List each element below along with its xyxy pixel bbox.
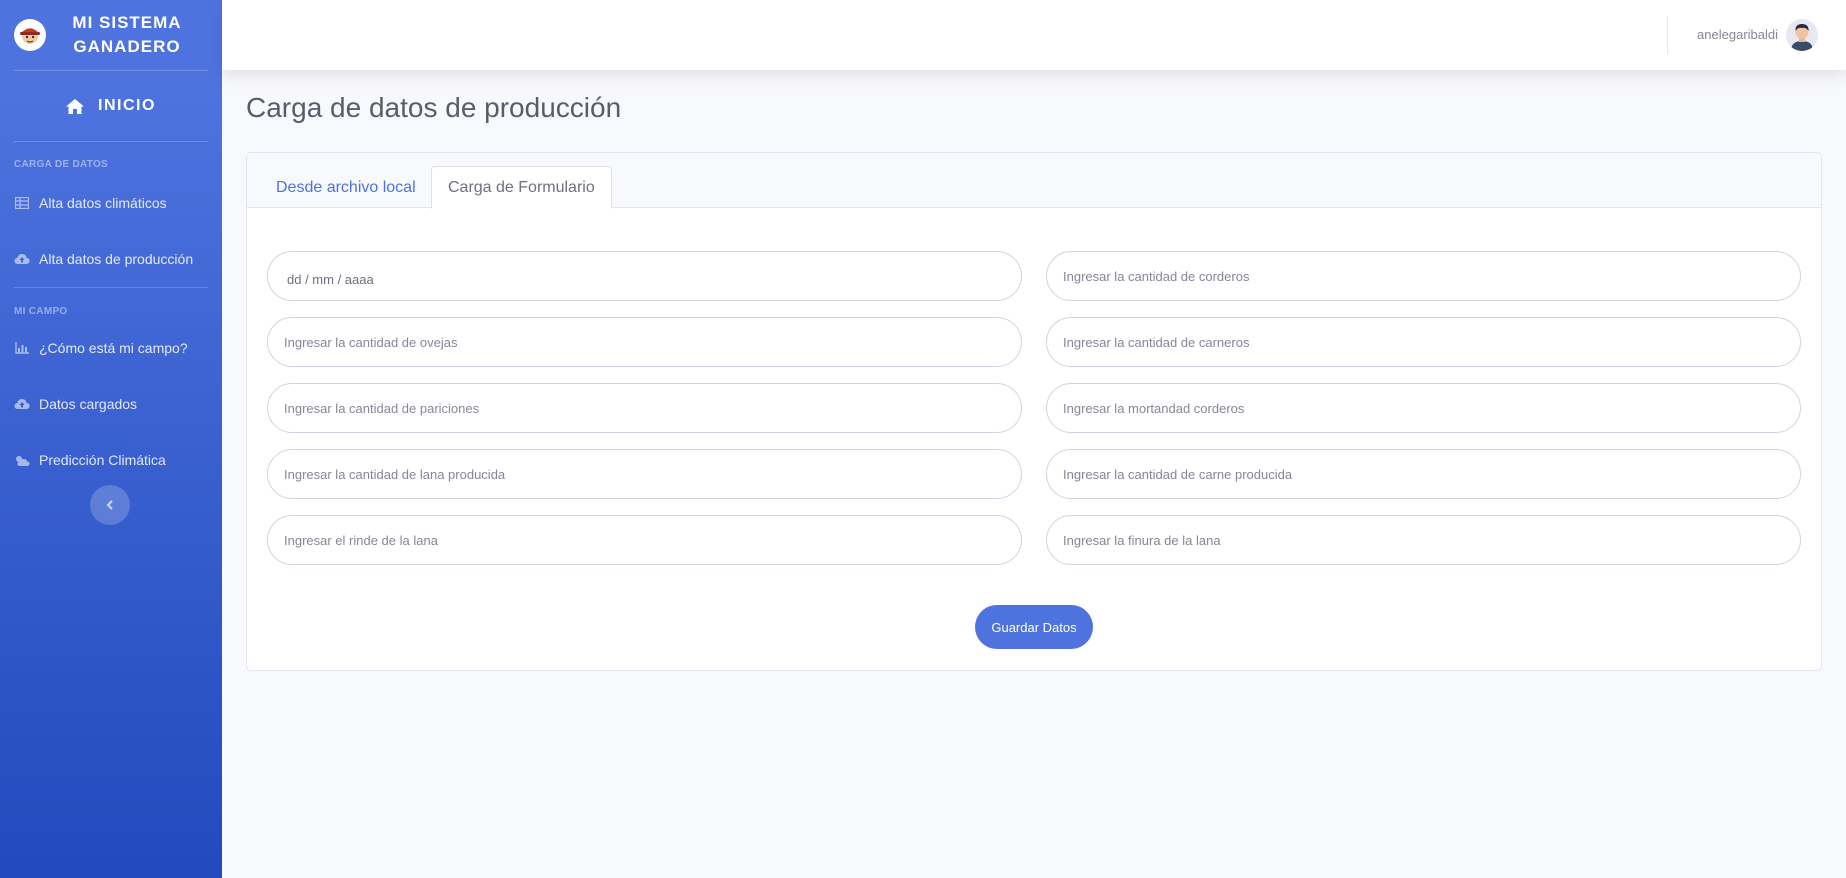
corderos-input[interactable]: Ingresar la cantidad de corderos — [1046, 251, 1801, 301]
sidebar-item-alta-climaticos[interactable]: Alta datos climáticos — [0, 175, 222, 231]
chevron-left-icon — [106, 500, 113, 510]
sidebar-heading-mi-campo: MI CAMPO — [14, 306, 68, 317]
sidebar-brand[interactable]: MI SISTEMA GANADERO — [0, 0, 222, 70]
rinde-lana-input[interactable]: Ingresar el rinde de la lana — [267, 515, 1022, 565]
tab-carga-de-formulario[interactable]: Carga de Formulario — [431, 166, 612, 209]
sidebar-heading-carga: CARGA DE DATOS — [14, 159, 109, 170]
topbar-divider — [1667, 16, 1668, 54]
date-input[interactable]: dd / mm / aaaa — [267, 251, 1022, 301]
topbar: anelegaribaldi — [222, 0, 1846, 70]
cloud-sun-icon — [14, 453, 30, 467]
carne-producida-input[interactable]: Ingresar la cantidad de carne producida — [1046, 449, 1801, 499]
tab-desde-archivo-local[interactable]: Desde archivo local — [259, 166, 433, 209]
sidebar-item-label: Alta datos de producción — [39, 251, 194, 267]
page-title: Carga de datos de producción — [246, 92, 622, 123]
sidebar-item-label: Alta datos climáticos — [39, 195, 167, 211]
sidebar-item-label: ¿Cómo está mi campo? — [39, 340, 188, 356]
cloud-upload-icon — [14, 252, 30, 266]
sidebar-item-datos-cargados[interactable]: Datos cargados — [0, 376, 222, 432]
sidebar-item-alta-produccion[interactable]: Alta datos de producción — [0, 231, 222, 287]
pariciones-input[interactable]: Ingresar la cantidad de pariciones — [267, 383, 1022, 433]
lana-producida-input[interactable]: Ingresar la cantidad de lana producida — [267, 449, 1022, 499]
sidebar-item-prediccion-climatica[interactable]: Predicción Climática — [0, 432, 222, 488]
tabs-bar: Desde archivo local Carga de Formulario — [247, 153, 1821, 209]
guardar-datos-button[interactable]: Guardar Datos — [975, 605, 1093, 649]
form-card: Desde archivo local Carga de Formulario … — [246, 152, 1822, 671]
home-icon — [66, 98, 85, 114]
sidebar-item-label: INICIO — [98, 97, 156, 114]
carneros-input[interactable]: Ingresar la cantidad de carneros — [1046, 317, 1801, 367]
sidebar-item-inicio[interactable]: INICIO — [0, 71, 222, 141]
cloud-upload-icon — [14, 397, 30, 411]
sidebar-item-como-esta-mi-campo[interactable]: ¿Cómo está mi campo? — [0, 320, 222, 376]
table-icon — [14, 196, 30, 210]
finura-lana-input[interactable]: Ingresar la finura de la lana — [1046, 515, 1801, 565]
user-name[interactable]: anelegaribaldi — [1697, 27, 1778, 42]
brand-title: MI SISTEMA GANADERO — [72, 13, 182, 56]
sidebar-item-label: Predicción Climática — [39, 452, 166, 468]
farmer-logo-icon — [14, 19, 46, 51]
avatar[interactable] — [1786, 19, 1818, 51]
sidebar: MI SISTEMA GANADERO INICIO CARGA DE DATO… — [0, 0, 222, 878]
mortandad-corderos-input[interactable]: Ingresar la mortandad corderos — [1046, 383, 1801, 433]
chart-area-icon — [14, 341, 30, 355]
sidebar-divider — [14, 287, 208, 288]
sidebar-divider — [14, 141, 208, 142]
sidebar-toggle-button[interactable] — [90, 485, 130, 525]
ovejas-input[interactable]: Ingresar la cantidad de ovejas — [267, 317, 1022, 367]
sidebar-item-label: Datos cargados — [39, 396, 138, 412]
